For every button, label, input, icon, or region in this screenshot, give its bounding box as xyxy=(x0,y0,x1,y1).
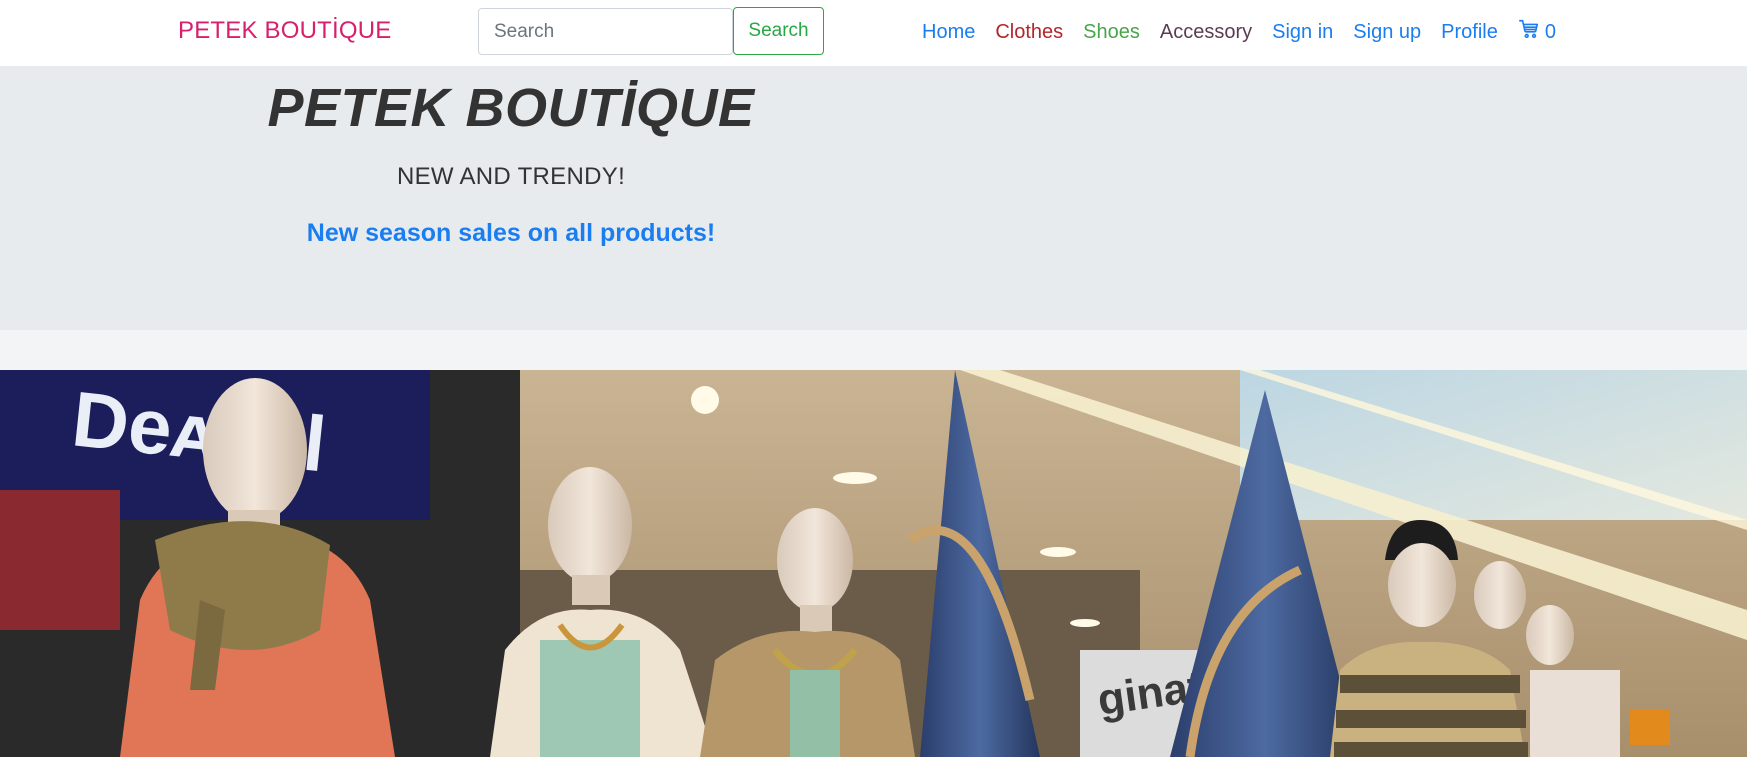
jumbotron-subtitle: NEW AND TRENDY! xyxy=(396,163,626,190)
navbar: PETEK BOUTİQUE Search Home Clothes Shoes… xyxy=(0,0,1747,66)
nav-link-home[interactable]: Home xyxy=(922,18,975,46)
search-input[interactable] xyxy=(478,8,733,55)
nav-link-profile[interactable]: Profile xyxy=(1441,18,1498,46)
nav-link-accessory[interactable]: Accessory xyxy=(1160,18,1252,46)
brand-logo-link[interactable]: PETEK BOUTİQUE xyxy=(178,17,392,45)
search-button[interactable]: Search xyxy=(733,7,824,55)
section-spacer xyxy=(0,330,1747,370)
nav-link-shoes[interactable]: Shoes xyxy=(1083,18,1140,46)
cart-count: 0 xyxy=(1544,20,1556,43)
nav-links: Home Clothes Shoes Accessory Sign in Sig… xyxy=(922,18,1556,46)
nav-link-clothes[interactable]: Clothes xyxy=(995,18,1063,46)
cart-icon xyxy=(1518,18,1545,46)
jumbotron-title: PETEK BOUTİQUE xyxy=(267,78,755,138)
hero-image: Deᴀ ıal ginatri xyxy=(0,370,1747,757)
jumbotron-promo: New season sales on all products! xyxy=(306,219,716,247)
nav-link-sign-in[interactable]: Sign in xyxy=(1272,18,1333,46)
nav-link-sign-up[interactable]: Sign up xyxy=(1353,18,1421,46)
cart-link[interactable]: 0 xyxy=(1518,18,1556,46)
jumbotron: PETEK BOUTİQUE NEW AND TRENDY! New seaso… xyxy=(0,66,1747,330)
jumbotron-content: PETEK BOUTİQUE NEW AND TRENDY! New seaso… xyxy=(240,66,782,249)
